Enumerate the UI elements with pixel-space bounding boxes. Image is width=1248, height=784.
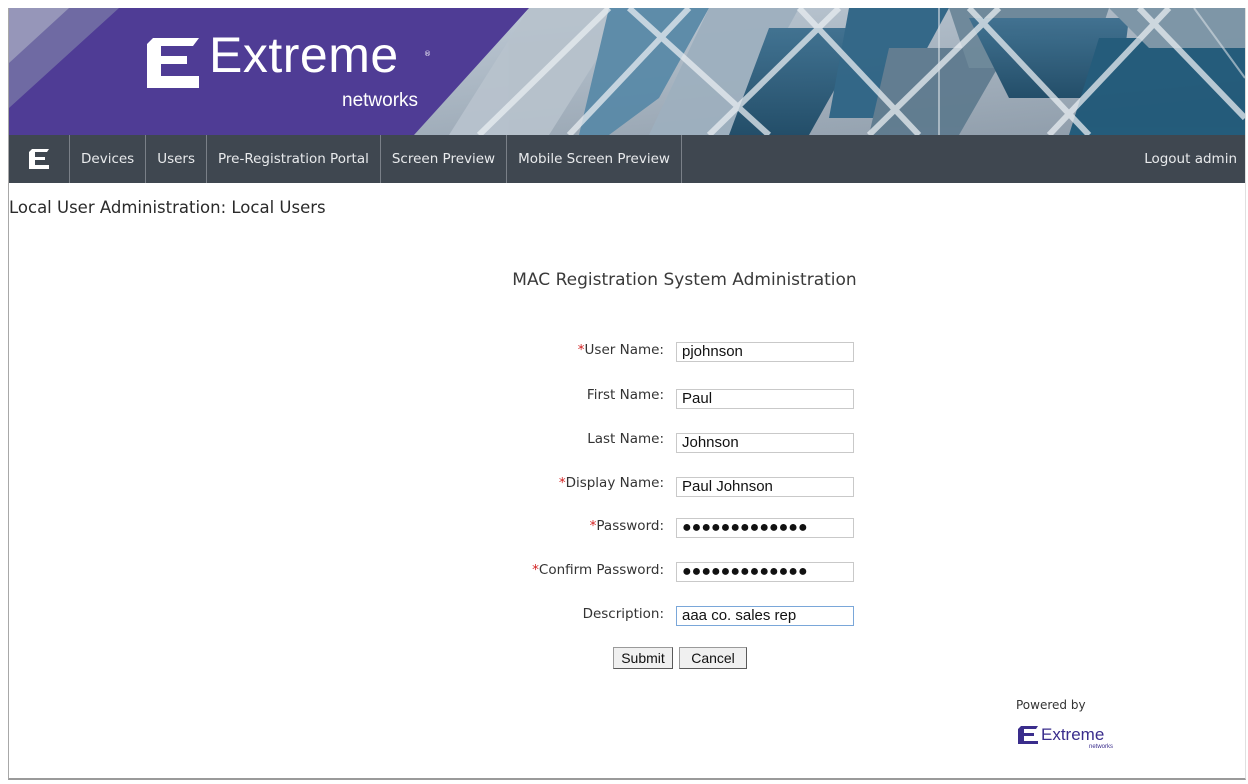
nav-devices[interactable]: Devices: [70, 135, 147, 183]
brand-name: Extreme: [209, 27, 399, 83]
description-input[interactable]: aaa co. sales rep: [676, 606, 854, 626]
form-row-first-name: First Name: Paul: [9, 386, 1245, 410]
confirm-password-input[interactable]: ●●●●●●●●●●●●●: [676, 562, 854, 582]
required-marker: *: [577, 342, 585, 358]
description-label: Description:: [364, 604, 664, 624]
form-row-last-name: Last Name: Johnson: [9, 430, 1245, 454]
brand-sub: networks: [342, 90, 419, 111]
user-name-label-text: User Name:: [584, 342, 664, 358]
extreme-mini-logo-icon: [29, 149, 49, 169]
form-row-confirm-password: *Confirm Password: ●●●●●●●●●●●●●: [9, 561, 1245, 585]
last-name-label-text: Last Name:: [587, 431, 664, 447]
required-marker: *: [532, 562, 539, 578]
extreme-footer-logo-icon: [1018, 726, 1038, 744]
last-name-label: Last Name:: [364, 429, 664, 449]
display-name-label-text: Display Name:: [565, 475, 664, 491]
confirm-password-label: *Confirm Password:: [364, 560, 664, 580]
description-label-text: Description:: [582, 606, 664, 622]
cancel-button[interactable]: Cancel: [679, 647, 747, 669]
first-name-label-text: First Name:: [586, 387, 664, 403]
nav-mobile-screen-preview[interactable]: Mobile Screen Preview: [507, 135, 682, 183]
browser-page: Extreme ® networks Devices Users Pre-Reg…: [8, 8, 1246, 780]
submit-button[interactable]: Submit: [613, 647, 673, 669]
display-name-label: *Display Name:: [364, 473, 664, 493]
nav-pre-registration-portal[interactable]: Pre-Registration Portal: [207, 135, 381, 183]
nav-users[interactable]: Users: [146, 135, 208, 183]
first-name-input[interactable]: Paul: [676, 389, 854, 409]
display-name-input[interactable]: Paul Johnson: [676, 477, 854, 497]
form-row-description: Description: aaa co. sales rep: [9, 605, 1245, 629]
password-input[interactable]: ●●●●●●●●●●●●●: [676, 518, 854, 538]
brand-trademark: ®: [424, 50, 431, 58]
footer-brand-sub: networks: [1089, 744, 1114, 750]
user-name-label: *User Name:: [364, 340, 664, 360]
extreme-logo-icon: [147, 38, 199, 88]
password-label: *Password:: [364, 516, 664, 536]
form-row-display-name: *Display Name: Paul Johnson: [9, 474, 1245, 498]
nav-screen-preview[interactable]: Screen Preview: [381, 135, 508, 183]
page-title: Local User Administration: Local Users: [9, 198, 326, 217]
form-row-user-name: *User Name: pjohnson: [9, 341, 1245, 365]
last-name-input[interactable]: Johnson: [676, 433, 854, 453]
password-label-text: Password:: [596, 518, 664, 534]
logout-link[interactable]: Logout admin: [1134, 135, 1245, 183]
first-name-label: First Name:: [364, 385, 664, 405]
main-nav: Devices Users Pre-Registration Portal Sc…: [9, 135, 1245, 183]
form-title: MAC Registration System Administration: [512, 270, 857, 290]
powered-by-label: Powered by: [1016, 698, 1086, 712]
user-name-input[interactable]: pjohnson: [676, 342, 854, 362]
confirm-password-label-text: Confirm Password:: [538, 562, 664, 578]
required-marker: *: [558, 475, 566, 491]
footer-brand-name: Extreme: [1041, 725, 1105, 744]
form-row-password: *Password: ●●●●●●●●●●●●●: [9, 517, 1245, 541]
header-banner: Extreme ® networks: [9, 8, 1245, 135]
nav-home-logo[interactable]: [9, 135, 70, 183]
